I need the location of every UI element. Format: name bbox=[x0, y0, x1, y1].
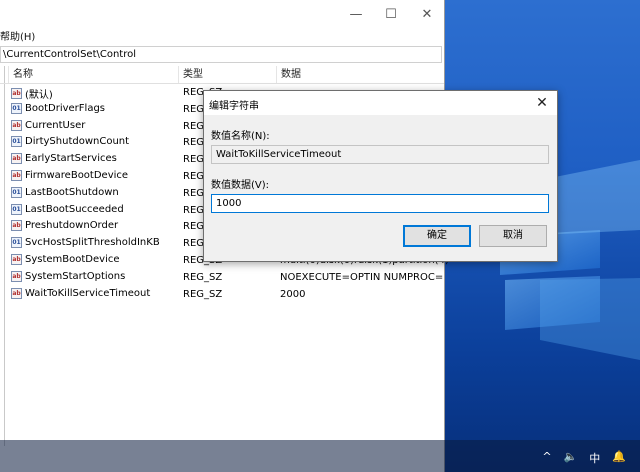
binary-value-icon: 01 bbox=[11, 203, 22, 215]
address-bar[interactable]: \CurrentControlSet\Control bbox=[0, 46, 442, 63]
taskbar: ^ 🔈 中 🔔 bbox=[0, 440, 640, 472]
value-name-cell: ab FirmwareBootDevice bbox=[11, 169, 129, 181]
value-name-cell: ab PreshutdownOrder bbox=[11, 220, 119, 232]
value-name: BootDriverFlags bbox=[25, 102, 106, 114]
minimize-button[interactable]: — bbox=[342, 5, 370, 25]
binary-value-icon: 01 bbox=[11, 186, 22, 198]
column-name[interactable]: 名称 bbox=[8, 66, 178, 83]
value-name: EarlyStartServices bbox=[25, 153, 117, 165]
close-button[interactable]: ✕ bbox=[413, 5, 441, 25]
dialog-title-bar: 编辑字符串 ✕ bbox=[204, 91, 557, 115]
dialog-close-button[interactable]: ✕ bbox=[533, 94, 551, 112]
title-bar: — ☐ ✕ bbox=[0, 0, 444, 30]
ime-indicator[interactable]: 中 bbox=[589, 450, 600, 466]
edit-string-dialog: 编辑字符串 ✕ 数值名称(N): WaitToKillServiceTimeou… bbox=[203, 90, 558, 262]
value-name: SvcHostSplitThresholdInKB bbox=[25, 237, 160, 249]
value-row[interactable]: ab WaitToKillServiceTimeout REG_SZ 2000 bbox=[0, 287, 444, 304]
string-value-icon: ab bbox=[11, 253, 22, 265]
value-name-cell: ab EarlyStartServices bbox=[11, 153, 117, 165]
value-name-field: WaitToKillServiceTimeout bbox=[211, 145, 549, 164]
ok-button[interactable]: 确定 bbox=[403, 225, 471, 247]
value-type: REG_SZ bbox=[183, 288, 223, 300]
value-name: LastBootShutdown bbox=[25, 186, 119, 198]
column-type[interactable]: 类型 bbox=[178, 66, 276, 83]
column-data[interactable]: 数据 bbox=[276, 66, 444, 83]
dialog-title: 编辑字符串 bbox=[209, 101, 259, 112]
value-name: CurrentUser bbox=[25, 119, 86, 131]
value-name: PreshutdownOrder bbox=[25, 220, 119, 232]
binary-value-icon: 01 bbox=[11, 136, 22, 148]
string-value-icon: ab bbox=[11, 119, 22, 131]
value-name-cell: 01 SvcHostSplitThresholdInKB bbox=[11, 237, 160, 249]
binary-value-icon: 01 bbox=[11, 237, 22, 249]
value-name: FirmwareBootDevice bbox=[25, 169, 129, 181]
menu-help[interactable]: 帮助(H) bbox=[0, 32, 35, 43]
value-type: REG_SZ bbox=[183, 271, 223, 283]
value-name-cell: ab (默认) bbox=[11, 86, 53, 101]
string-value-icon: ab bbox=[11, 270, 22, 282]
volume-icon[interactable]: 🔈 bbox=[564, 450, 578, 466]
string-value-icon: ab bbox=[11, 153, 22, 165]
value-data: 2000 bbox=[280, 288, 306, 300]
value-name: WaitToKillServiceTimeout bbox=[25, 287, 151, 299]
value-name-cell: ab SystemStartOptions bbox=[11, 270, 126, 282]
value-name-cell: 01 LastBootShutdown bbox=[11, 186, 119, 198]
value-name-label: 数值名称(N): bbox=[211, 131, 270, 142]
value-name-cell: ab SystemBootDevice bbox=[11, 253, 120, 265]
value-name: DirtyShutdownCount bbox=[25, 136, 130, 148]
value-row[interactable]: ab SystemStartOptions REG_SZ NOEXECUTE=OPT… bbox=[0, 270, 444, 287]
value-name-cell: 01 LastBootSucceeded bbox=[11, 203, 124, 215]
value-name-cell: 01 DirtyShutdownCount bbox=[11, 136, 130, 148]
menu-bar: 帮助(H) bbox=[0, 30, 35, 46]
value-name: LastBootSucceeded bbox=[25, 203, 124, 215]
binary-value-icon: 01 bbox=[11, 102, 22, 114]
value-name-cell: 01 BootDriverFlags bbox=[11, 102, 106, 114]
system-tray: ^ 🔈 中 🔔 bbox=[542, 450, 626, 466]
value-data-input[interactable]: 1000 bbox=[211, 194, 549, 213]
value-name-cell: ab CurrentUser bbox=[11, 119, 86, 131]
string-value-icon: ab bbox=[11, 169, 22, 181]
list-header: 名称 类型 数据 bbox=[0, 66, 444, 84]
string-value-icon: ab bbox=[11, 287, 22, 299]
value-name: SystemBootDevice bbox=[25, 253, 120, 265]
cancel-button[interactable]: 取消 bbox=[479, 225, 547, 247]
string-value-icon: ab bbox=[11, 220, 22, 232]
value-data: NOEXECUTE=OPTIN NUMPROC= bbox=[280, 271, 444, 283]
value-name: (默认) bbox=[25, 90, 53, 101]
maximize-button[interactable]: ☐ bbox=[377, 5, 405, 25]
value-name: SystemStartOptions bbox=[25, 270, 126, 282]
chevron-up-icon[interactable]: ^ bbox=[542, 450, 551, 466]
string-value-icon: ab bbox=[11, 88, 22, 99]
value-data-label: 数值数据(V): bbox=[211, 180, 270, 191]
value-name-cell: ab WaitToKillServiceTimeout bbox=[11, 287, 151, 299]
notification-icon[interactable]: 🔔 bbox=[612, 450, 626, 466]
